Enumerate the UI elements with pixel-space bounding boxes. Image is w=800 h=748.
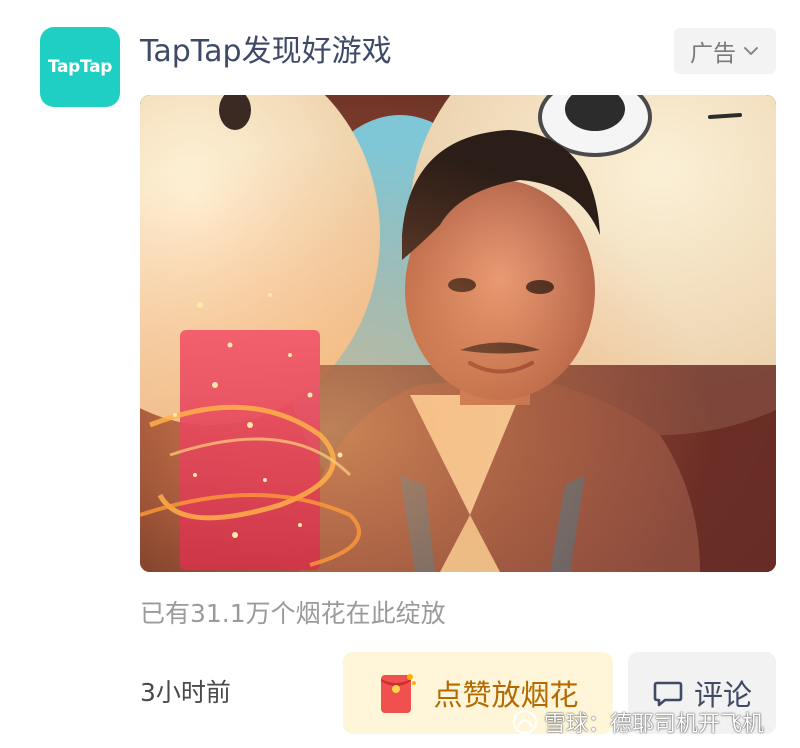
watermark-text: 雪球：德耶司机开飞机 [544, 712, 765, 737]
red-envelope-icon [381, 674, 417, 713]
taptap-app-icon[interactable]: TapTap [40, 27, 120, 107]
snowball-logo-icon [513, 710, 537, 734]
ad-tag-label: 广告 [690, 41, 736, 67]
ad-caption: 已有31.1万个烟花在此绽放 [140, 599, 446, 628]
ad-tag-button[interactable]: 广告 [674, 28, 776, 74]
comment-icon [653, 681, 683, 707]
ad-feed-card: TapTap TapTap发现好游戏 广告 已有31.1万个烟花在此绽放 3小时… [0, 0, 800, 748]
post-time: 3小时前 [140, 678, 231, 707]
app-icon-text: TapTap [47, 57, 113, 77]
watermark: 雪球：德耶司机开飞机 [512, 706, 764, 738]
video-frame-illustration [140, 95, 776, 572]
app-title[interactable]: TapTap发现好游戏 [140, 30, 392, 74]
ad-video-thumbnail[interactable] [140, 95, 776, 572]
chevron-down-icon [744, 47, 758, 55]
